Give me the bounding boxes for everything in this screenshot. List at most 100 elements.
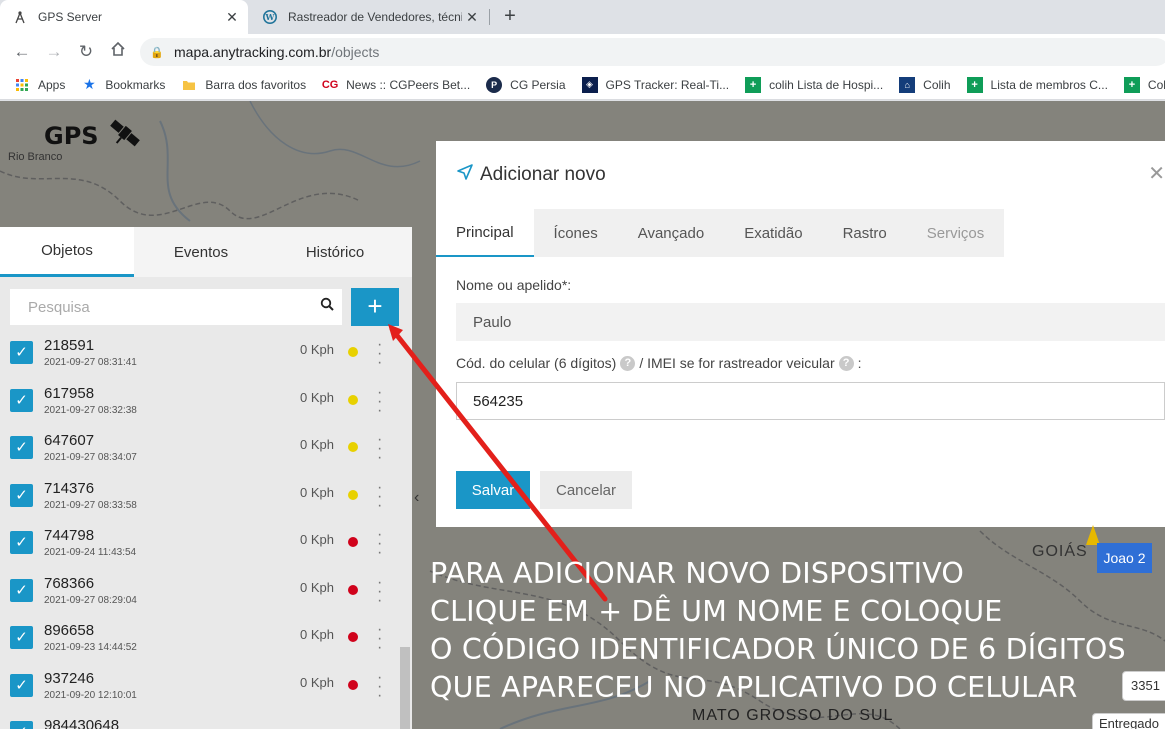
more-options-icon[interactable]: · · · [377,669,382,703]
object-name: 714376 [44,479,95,497]
more-options-icon[interactable]: · · · [377,622,382,656]
bookmark-colih-rela[interactable]: + Colih Rela [1123,76,1165,93]
scrollbar[interactable] [400,647,410,729]
more-options-icon[interactable]: · · · [377,384,382,418]
bookmark-gps-tracker[interactable]: ◈ GPS Tracker: Real-Ti... [581,76,729,93]
sidebar: Objetos Eventos Histórico Pesquisa + ✓ 21… [0,227,412,729]
bookmark-cg-persia[interactable]: P CG Persia [486,76,566,93]
tab-objetos[interactable]: Objetos [0,227,134,277]
object-name: 617958 [44,384,95,402]
tab-rastreador[interactable]: W Rastreador de Vendedores, técnic ✕ [250,0,488,34]
add-object-button[interactable]: + [351,288,399,326]
more-options-icon[interactable]: · · · [377,574,382,608]
tab-exatidao[interactable]: Exatidão [724,209,823,257]
tab-separator [489,9,490,25]
url-host: mapa.anytracking.com.br [174,44,332,60]
cancel-button[interactable]: Cancelar [540,471,632,509]
colih-icon: ⌂ [899,76,916,93]
checkbox-checked-icon[interactable]: ✓ [10,483,33,507]
tab-servicos[interactable]: Serviços [906,209,1005,257]
bookmark-lista-membros[interactable]: + Lista de membros C... [966,76,1108,93]
bookmark-bookmarks[interactable]: ★ Bookmarks [81,76,166,93]
green-cross-icon: + [1123,76,1140,93]
tab-principal[interactable]: Principal [436,209,534,257]
object-row[interactable]: ✓ 218591 2021-09-27 08:31:41 0 Kph · · · [0,333,400,381]
object-row[interactable]: ✓ 714376 2021-09-27 08:33:58 0 Kph · · · [0,476,400,524]
modal-tabs: Principal Ícones Avançado Exatidão Rastr… [436,209,1005,257]
gps-tracker-icon: ◈ [581,76,598,93]
object-list: ✓ 218591 2021-09-27 08:31:41 0 Kph · · · ✓ 61795… [0,333,400,729]
save-button[interactable]: Salvar [456,471,530,509]
search-icon[interactable] [320,297,334,315]
checkbox-checked-icon[interactable]: ✓ [10,531,33,554]
help-icon[interactable]: ? [838,355,854,371]
bookmark-label: Lista de membros C... [990,77,1108,92]
browser-toolbar: ← → ↻ 🔒 mapa.anytracking.com.br/objects [0,34,1165,70]
close-icon[interactable]: ✕ [1148,161,1165,186]
object-time: 2021-09-27 08:29:04 [44,594,137,606]
more-options-icon[interactable]: · · · [377,479,382,513]
checkbox-checked-icon[interactable]: ✓ [10,578,33,602]
object-name: 937246 [44,669,95,687]
help-icon[interactable]: ? [620,355,636,371]
bookmark-label: Bookmarks [105,77,166,92]
object-name: 218591 [44,337,95,354]
more-options-icon[interactable]: · · · [377,432,382,466]
lock-icon: 🔒 [150,46,164,59]
object-row[interactable]: ✓ 896658 2021-09-23 14:44:52 0 Kph · · · [0,618,400,666]
bookmark-cgpeers[interactable]: CG News :: CGPeers Bet... [322,77,470,93]
bookmark-barra-favoritos[interactable]: Barra dos favoritos [181,77,306,93]
tab-gps-server[interactable]: GPS Server ✕ [0,0,248,34]
tab-icones[interactable]: Ícones [533,209,618,257]
object-row[interactable]: ✓ 617958 2021-09-27 08:32:38 0 Kph · · · [0,381,400,429]
bookmark-label: CG Persia [510,77,566,92]
checkbox-checked-icon[interactable]: ✓ [10,721,33,729]
green-cross-icon: + [966,76,983,93]
map-popup-status[interactable]: Entregado [1092,713,1165,729]
instruction-line: O CÓDIGO IDENTIFICADOR ÚNICO DE 6 DÍGITO… [430,633,1126,666]
name-field[interactable]: Paulo [456,303,1165,341]
gps-app: GPS Rio Branco Objetos Eventos Histórico… [0,101,1165,729]
checkbox-checked-icon[interactable]: ✓ [10,388,33,412]
collapse-sidebar-icon[interactable]: ‹ [414,489,419,507]
object-time: 2021-09-23 14:44:52 [44,642,137,653]
bookmark-colih-hospi[interactable]: + colih Lista de Hospi... [745,76,883,93]
object-row[interactable]: ✓ 647607 2021-09-27 08:34:07 0 Kph · · · [0,428,400,476]
tab-historico[interactable]: Histórico [268,227,402,277]
close-icon[interactable]: ✕ [462,9,482,26]
address-bar[interactable]: 🔒 mapa.anytracking.com.br/objects [140,38,1165,66]
vehicle-marker-icon[interactable] [1086,525,1100,545]
object-row[interactable]: ✓ 984430648 [0,713,400,729]
device-code-field[interactable]: 564235 [456,382,1165,420]
cg-persia-icon: P [486,76,503,93]
tab-rastro[interactable]: Rastro [822,209,907,257]
status-dot-icon [348,489,358,500]
tab-eventos[interactable]: Eventos [134,227,268,277]
name-label: Nome ou apelido*: [456,277,572,293]
more-options-icon[interactable]: · · · [377,337,382,371]
object-row[interactable]: ✓ 744798 2021-09-24 11:43:54 0 Kph · · · [0,523,400,571]
checkbox-checked-icon[interactable]: ✓ [10,436,33,459]
home-icon[interactable] [106,40,130,64]
object-row[interactable]: ✓ 937246 2021-09-20 12:10:01 0 Kph · · · [0,666,400,714]
checkbox-checked-icon[interactable]: ✓ [10,673,33,697]
search-input[interactable]: Pesquisa [10,289,342,325]
instruction-line: QUE APARECEU NO APLICATIVO DO CELULAR [430,671,1078,704]
bookmark-apps[interactable]: Apps [14,77,65,93]
checkbox-checked-icon[interactable]: ✓ [10,341,33,364]
status-dot-icon [348,537,358,547]
object-row[interactable]: ✓ 768366 2021-09-27 08:29:04 0 Kph · · · [0,571,400,619]
more-options-icon[interactable]: · · · [377,527,382,561]
object-speed: 0 Kph [300,627,334,642]
forward-icon[interactable]: → [42,40,66,64]
folder-icon [181,77,197,93]
reload-icon[interactable]: ↻ [74,40,98,64]
back-icon[interactable]: ← [10,40,34,64]
checkbox-checked-icon[interactable]: ✓ [10,626,33,649]
tab-avancado[interactable]: Avançado [617,209,725,257]
object-speed: 0 Kph [300,389,334,405]
close-icon[interactable]: ✕ [222,9,242,26]
gps-tower-icon [12,9,28,25]
new-tab-button[interactable]: + [498,5,522,29]
bookmark-colih[interactable]: ⌂ Colih [899,76,951,93]
